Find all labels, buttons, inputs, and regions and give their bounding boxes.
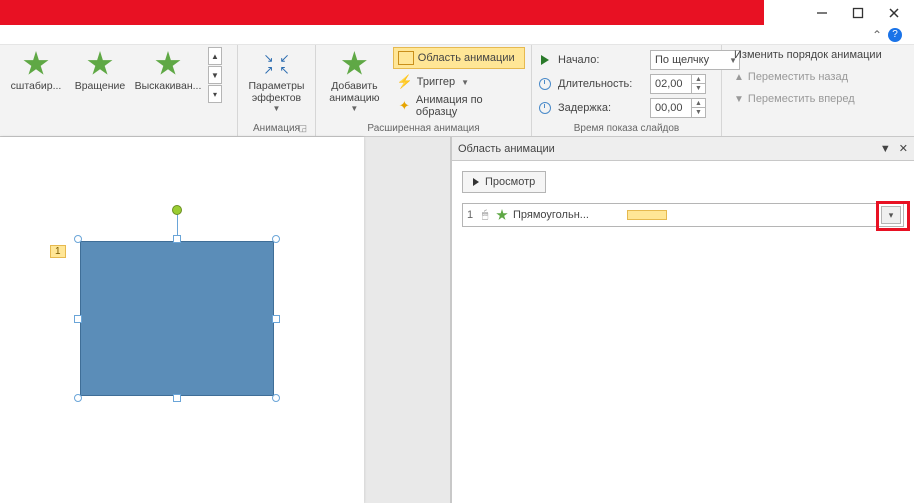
title-bar: [0, 0, 914, 25]
rectangle-shape[interactable]: [80, 241, 274, 396]
resize-handle[interactable]: [74, 235, 82, 243]
mouse-icon: 🖱: [477, 209, 493, 222]
reorder-group: Изменить порядок анимации ▲ Переместить …: [722, 45, 914, 136]
star-icon: [23, 51, 49, 77]
move-later-button[interactable]: ▼ Переместить вперед: [734, 89, 882, 109]
chevron-down-icon: ▼: [461, 78, 469, 87]
gallery-up-icon: ▲: [208, 47, 222, 65]
spin-down-icon: ▼: [692, 84, 705, 93]
lightning-icon: ⚡: [397, 74, 413, 90]
group-label: [6, 132, 231, 136]
animation-painter-button[interactable]: ✦ Анимация по образцу: [393, 95, 525, 117]
gallery-down-icon: ▼: [208, 66, 222, 84]
arrow-down-icon: ▼: [734, 94, 744, 105]
maximize-button[interactable]: [852, 7, 864, 19]
clock-icon: [538, 101, 552, 115]
resize-handle[interactable]: [173, 394, 181, 402]
resize-handle[interactable]: [74, 394, 82, 402]
effect-scale-button[interactable]: сштабир...: [6, 47, 66, 95]
pane-menu-button[interactable]: ▼: [880, 143, 891, 155]
animation-list-item[interactable]: 1 🖱 Прямоугольн... ▾: [463, 204, 903, 226]
chevron-down-icon: ▼: [350, 104, 358, 113]
timing-group: Начало: По щелчку ▼ Длительность: 02,00 …: [532, 45, 722, 136]
timeline-bar[interactable]: [627, 210, 667, 220]
animation-order-tag[interactable]: 1: [50, 245, 66, 258]
reorder-title: Изменить порядок анимации: [734, 49, 882, 61]
resize-handle[interactable]: [272, 394, 280, 402]
play-icon: [538, 53, 552, 67]
entrance-icon: [493, 209, 511, 221]
trigger-button[interactable]: ⚡ Триггер ▼: [393, 71, 525, 93]
minimize-button[interactable]: [816, 7, 828, 19]
item-name: Прямоугольн...: [511, 209, 621, 221]
window-controls: [764, 0, 914, 25]
preview-button[interactable]: Просмотр: [462, 171, 546, 193]
animation-gallery-group: сштабир... Вращение Выскакиван... ▲ ▼ ▾: [0, 45, 238, 136]
pane-body: Просмотр 1 🖱 Прямоугольн... ▾: [452, 161, 914, 503]
star-icon: [155, 51, 181, 77]
advanced-animation-group: Добавить анимацию ▼ Область анимации ⚡ Т…: [316, 45, 532, 136]
group-label: Время показа слайдов: [538, 121, 715, 136]
star-icon: [87, 51, 113, 77]
star-plus-icon: [341, 51, 367, 77]
group-label: [728, 132, 908, 136]
resize-handle[interactable]: [173, 235, 181, 243]
group-label: Расширенная анимация: [322, 121, 525, 136]
animation-pane: Область анимации ▼ ✕ Просмотр 1 🖱 Прямоу…: [451, 137, 914, 503]
arrow-up-icon: ▲: [734, 72, 744, 83]
add-animation-button[interactable]: Добавить анимацию ▼: [322, 47, 387, 115]
workspace: 1 Область анимации ▼ ✕ Просмотр: [0, 137, 914, 503]
ribbon-help-bar: ⌃ ?: [0, 25, 914, 45]
pane-header: Область анимации ▼ ✕: [452, 137, 914, 161]
effect-options-button[interactable]: ↘↙ ↗↖ Параметры эффектов ▼: [244, 47, 309, 115]
clock-icon: [538, 77, 552, 91]
pane-icon: [398, 51, 414, 65]
resize-handle[interactable]: [272, 235, 280, 243]
slide-canvas[interactable]: 1: [0, 137, 451, 503]
item-menu-button[interactable]: ▾: [881, 206, 901, 224]
close-button[interactable]: [888, 7, 900, 19]
pane-title: Область анимации: [458, 143, 555, 155]
arrows-in-icon: ↘↙ ↗↖: [264, 51, 290, 77]
animation-pane-button[interactable]: Область анимации: [393, 47, 525, 69]
help-button[interactable]: ?: [888, 28, 902, 42]
resize-handle[interactable]: [74, 315, 82, 323]
resize-handle[interactable]: [272, 315, 280, 323]
delay-label: Задержка:: [558, 102, 644, 114]
play-icon: [473, 178, 479, 186]
effect-bounce-button[interactable]: Выскакиван...: [134, 47, 202, 95]
ribbon: сштабир... Вращение Выскакиван... ▲ ▼ ▾: [0, 45, 914, 137]
chevron-down-icon: ▼: [273, 104, 281, 113]
delay-spinner[interactable]: 00,00 ▲▼: [650, 98, 706, 118]
effect-spin-button[interactable]: Вращение: [70, 47, 130, 95]
title-bar-accent: [0, 0, 764, 25]
duration-label: Длительность:: [558, 78, 644, 90]
group-label: Анимация ◲: [244, 121, 309, 136]
move-earlier-button[interactable]: ▲ Переместить назад: [734, 67, 882, 87]
collapse-ribbon-button[interactable]: ⌃: [872, 28, 882, 42]
effect-options-group: ↘↙ ↗↖ Параметры эффектов ▼ Анимация ◲: [238, 45, 316, 136]
duration-spinner[interactable]: 02,00 ▲▼: [650, 74, 706, 94]
pane-close-button[interactable]: ✕: [899, 142, 908, 155]
dialog-launcher-icon[interactable]: ◲: [298, 123, 307, 134]
spin-down-icon: ▼: [692, 108, 705, 117]
selected-shape[interactable]: [74, 235, 280, 402]
gallery-scroll[interactable]: ▲ ▼ ▾: [208, 47, 222, 103]
spin-up-icon: ▲: [692, 99, 705, 108]
rotation-handle[interactable]: [172, 205, 182, 215]
item-order: 1: [463, 209, 477, 221]
animation-list: 1 🖱 Прямоугольн... ▾: [462, 203, 904, 227]
spin-up-icon: ▲: [692, 75, 705, 84]
rotation-connector: [177, 213, 178, 235]
start-label: Начало:: [558, 54, 644, 66]
gallery-more-icon: ▾: [208, 85, 222, 103]
brush-icon: ✦: [397, 98, 412, 114]
